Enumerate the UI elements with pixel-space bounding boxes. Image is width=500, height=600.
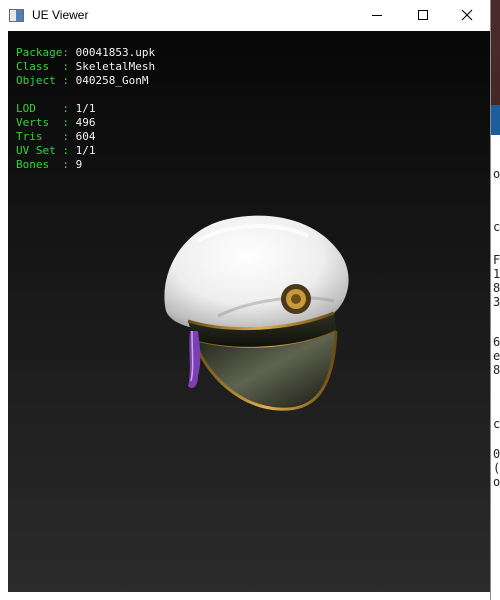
- background-text: c: [493, 417, 500, 431]
- background-text: 8: [493, 281, 500, 295]
- minimize-icon: [372, 15, 382, 16]
- close-button[interactable]: [444, 0, 490, 31]
- background-text: o: [493, 167, 500, 181]
- close-icon: [461, 9, 473, 21]
- info-lod: LOD : 1/1: [16, 102, 96, 115]
- background-window[interactable]: o c F 1 8 3 6 e 8 c 0 ( o: [490, 105, 500, 600]
- info-bones: Bones : 9: [16, 158, 83, 171]
- background-text: (: [493, 461, 500, 475]
- info-verts: Verts : 496: [16, 116, 96, 129]
- cap-badge: [281, 284, 311, 314]
- background-text: c: [493, 220, 500, 234]
- cap-mesh-model[interactable]: [158, 181, 358, 421]
- title-bar[interactable]: UE Viewer: [0, 0, 490, 31]
- maximize-button[interactable]: [400, 0, 446, 31]
- background-text: F: [493, 253, 500, 267]
- window-border-bottom: [0, 592, 490, 600]
- background-text: e: [493, 349, 500, 363]
- background-text: 1: [493, 267, 500, 281]
- info-object: Object : 040258_GonM: [16, 74, 149, 87]
- background-text: 8: [493, 363, 500, 377]
- background-text: 0: [493, 447, 500, 461]
- background-text: o: [493, 475, 500, 489]
- mesh-viewport[interactable]: Package: 00041853.upk Class : SkeletalMe…: [8, 31, 490, 592]
- minimize-button[interactable]: [354, 0, 400, 31]
- window-border-left: [0, 31, 8, 592]
- info-tris: Tris : 604: [16, 130, 96, 143]
- background-text: 3: [493, 295, 500, 309]
- background-text: 6: [493, 335, 500, 349]
- info-class: Class : SkeletalMesh: [16, 60, 156, 73]
- info-package: Package: 00041853.upk: [16, 46, 156, 59]
- window-title: UE Viewer: [32, 8, 89, 22]
- app-icon[interactable]: [9, 9, 24, 22]
- ue-viewer-window: UE Viewer Package: 00041853.upk Class : …: [0, 0, 490, 600]
- maximize-icon: [418, 10, 428, 20]
- info-uvset: UV Set : 1/1: [16, 144, 96, 157]
- background-window-titlebar: [491, 105, 500, 135]
